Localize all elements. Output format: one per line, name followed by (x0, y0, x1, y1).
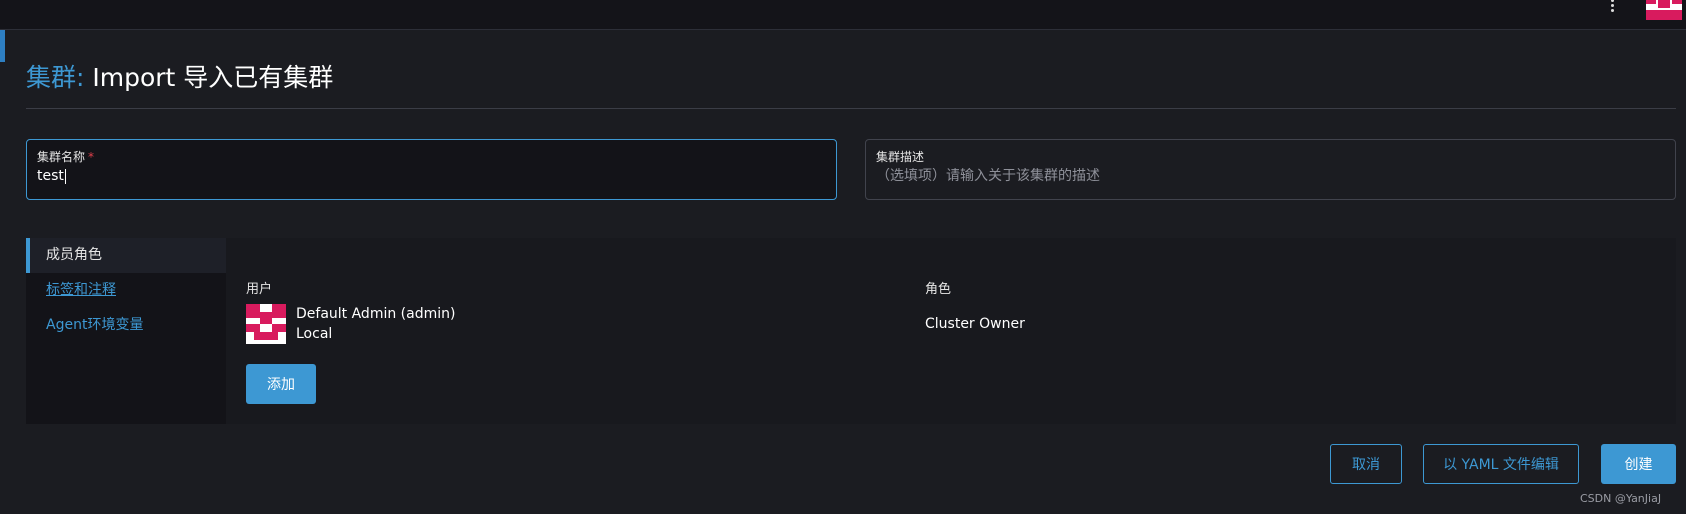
page-title-text: Import 导入已有集群 (92, 63, 334, 92)
kebab-menu-icon[interactable] (1605, 0, 1619, 12)
cluster-name-label: 集群名称 * (37, 150, 95, 164)
title-divider (26, 108, 1676, 109)
cluster-config-panel: 成员角色 标签和注释 Agent环境变量 用户 角色 Default Admin… (26, 238, 1676, 424)
cluster-description-input[interactable] (876, 168, 1665, 184)
breadcrumb-clusters[interactable]: 集群: (26, 63, 84, 92)
tab-labels-annotations[interactable]: 标签和注释 (26, 273, 226, 308)
cluster-description-label: 集群描述 (876, 150, 925, 164)
page-title: 集群: Import 导入已有集群 (26, 58, 333, 94)
tab-agent-env-vars[interactable]: Agent环境变量 (26, 308, 226, 343)
cluster-name-input[interactable]: test (37, 168, 826, 184)
user-avatar-icon[interactable] (1646, 0, 1682, 20)
add-member-button[interactable]: 添加 (246, 364, 316, 404)
edit-as-yaml-button[interactable]: 以 YAML 文件编辑 (1423, 444, 1579, 484)
member-name: Default Admin (admin) (296, 306, 456, 322)
text-caret (64, 168, 66, 184)
cluster-name-field[interactable]: 集群名称 * test (26, 139, 837, 200)
tab-member-roles[interactable]: 成员角色 (26, 238, 226, 273)
top-bar (0, 0, 1686, 30)
member-provider: Local (296, 326, 333, 342)
member-avatar-icon (246, 304, 286, 344)
cluster-description-field[interactable]: 集群描述 (865, 139, 1676, 200)
member-role[interactable]: Cluster Owner (925, 316, 1025, 332)
watermark: CSDN @YanJiaJ (1580, 492, 1662, 505)
nav-accent-bar (0, 30, 5, 62)
config-tabs: 成员角色 标签和注释 Agent环境变量 (26, 238, 226, 424)
required-mark: * (88, 150, 95, 164)
create-button[interactable]: 创建 (1601, 444, 1676, 484)
column-header-role: 角色 (925, 282, 952, 297)
cancel-button[interactable]: 取消 (1330, 444, 1402, 484)
column-header-user: 用户 (246, 282, 273, 297)
